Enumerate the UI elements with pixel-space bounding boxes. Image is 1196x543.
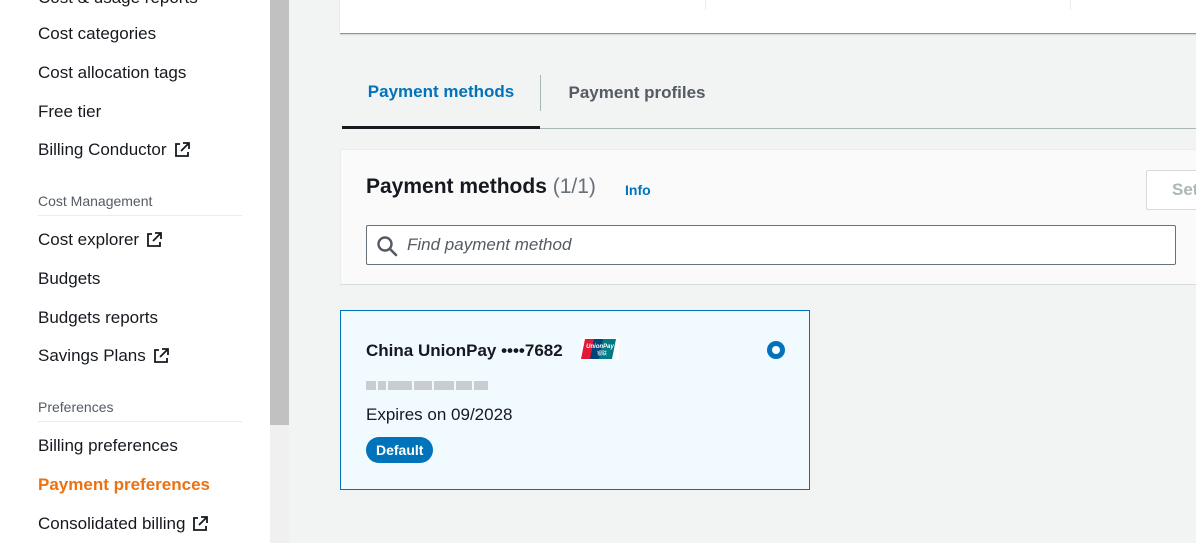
external-link-icon [193, 516, 209, 531]
redacted-cardholder-name [366, 381, 488, 390]
sidebar-item-cost-categories[interactable]: Cost categories [38, 24, 156, 44]
section-title-cost-management: Cost Management [38, 193, 153, 209]
set-default-button[interactable]: Set [1146, 170, 1196, 210]
sidebar-item-label: Payment preferences [38, 475, 210, 494]
sidebar-item-cost-explorer[interactable]: Cost explorer [38, 230, 163, 250]
tab-payment-profiles[interactable]: Payment profiles [541, 58, 733, 128]
search-input[interactable] [407, 226, 1167, 264]
sidebar-item-label: Cost & usage reports [38, 0, 198, 8]
payment-methods-header: Payment methods (1/1) Info Set [340, 149, 1196, 285]
unionpay-logo-icon: UnionPay 银联 [581, 338, 619, 360]
tab-payment-methods[interactable]: Payment methods [342, 58, 540, 129]
main-content: Payment methods Payment profiles Payment… [290, 0, 1196, 543]
svg-text:银联: 银联 [597, 350, 607, 357]
sidebar-item-label: Cost categories [38, 24, 157, 43]
external-link-icon [174, 142, 190, 157]
sidebar-item-cost-allocation-tags[interactable]: Cost allocation tags [38, 63, 186, 83]
section-divider [38, 215, 242, 216]
search-field[interactable] [366, 225, 1176, 265]
column-divider [1070, 0, 1071, 10]
tab-bar: Payment methods Payment profiles [342, 58, 1196, 129]
sidebar-scrollbar-thumb[interactable] [270, 0, 289, 425]
sidebar-item-savings-plans[interactable]: Savings Plans [38, 346, 170, 366]
column-divider [705, 0, 706, 10]
section-title-preferences: Preferences [38, 399, 114, 415]
payment-methods-title: Payment methods (1/1) [366, 175, 596, 199]
sidebar-item-label: Billing Conductor [38, 140, 167, 159]
payment-method-card[interactable]: China UnionPay ••••7682 UnionPay 银联 Expi… [340, 310, 810, 490]
svg-text:UnionPay: UnionPay [586, 344, 614, 350]
sidebar-item-label: Cost allocation tags [38, 63, 187, 82]
external-link-icon [147, 232, 163, 247]
sidebar-item-label: Free tier [38, 102, 102, 121]
info-link[interactable]: Info [625, 182, 651, 198]
external-link-icon [153, 348, 169, 363]
card-expiry: Expires on 09/2028 [366, 405, 513, 424]
payment-methods-count: (1/1) [552, 175, 596, 198]
sidebar-item-label: Budgets reports [38, 308, 159, 327]
card-name: China UnionPay ••••7682 [366, 341, 563, 360]
sidebar-item-payment-preferences[interactable]: Payment preferences [38, 475, 210, 495]
sidebar-item-billing-preferences[interactable]: Billing preferences [38, 436, 178, 456]
sidebar-item-label: Consolidated billing [38, 514, 186, 533]
sidebar-item-label: Savings Plans [38, 346, 146, 365]
sidebar-item-label: Budgets [38, 269, 101, 288]
default-badge: Default [366, 437, 434, 463]
payment-methods-heading: Payment methods [366, 175, 547, 198]
search-icon [377, 236, 398, 257]
sidebar-item-budgets-reports[interactable]: Budgets reports [38, 308, 158, 328]
sidebar-navigation: Cost & usage reports Cost categories Cos… [0, 0, 270, 543]
sidebar-item-free-tier[interactable]: Free tier [38, 102, 101, 122]
sidebar-item-budgets[interactable]: Budgets [38, 269, 100, 289]
card-selected-radio[interactable] [767, 341, 785, 359]
sidebar-item-label: Billing preferences [38, 436, 178, 455]
section-divider [38, 421, 242, 422]
sidebar-item-cost-usage-reports[interactable]: Cost & usage reports [38, 0, 198, 8]
sidebar-item-consolidated-billing[interactable]: Consolidated billing [38, 514, 209, 534]
summary-card [340, 0, 1196, 34]
sidebar-item-label: Cost explorer [38, 230, 140, 249]
sidebar-item-billing-conductor[interactable]: Billing Conductor [38, 140, 191, 160]
